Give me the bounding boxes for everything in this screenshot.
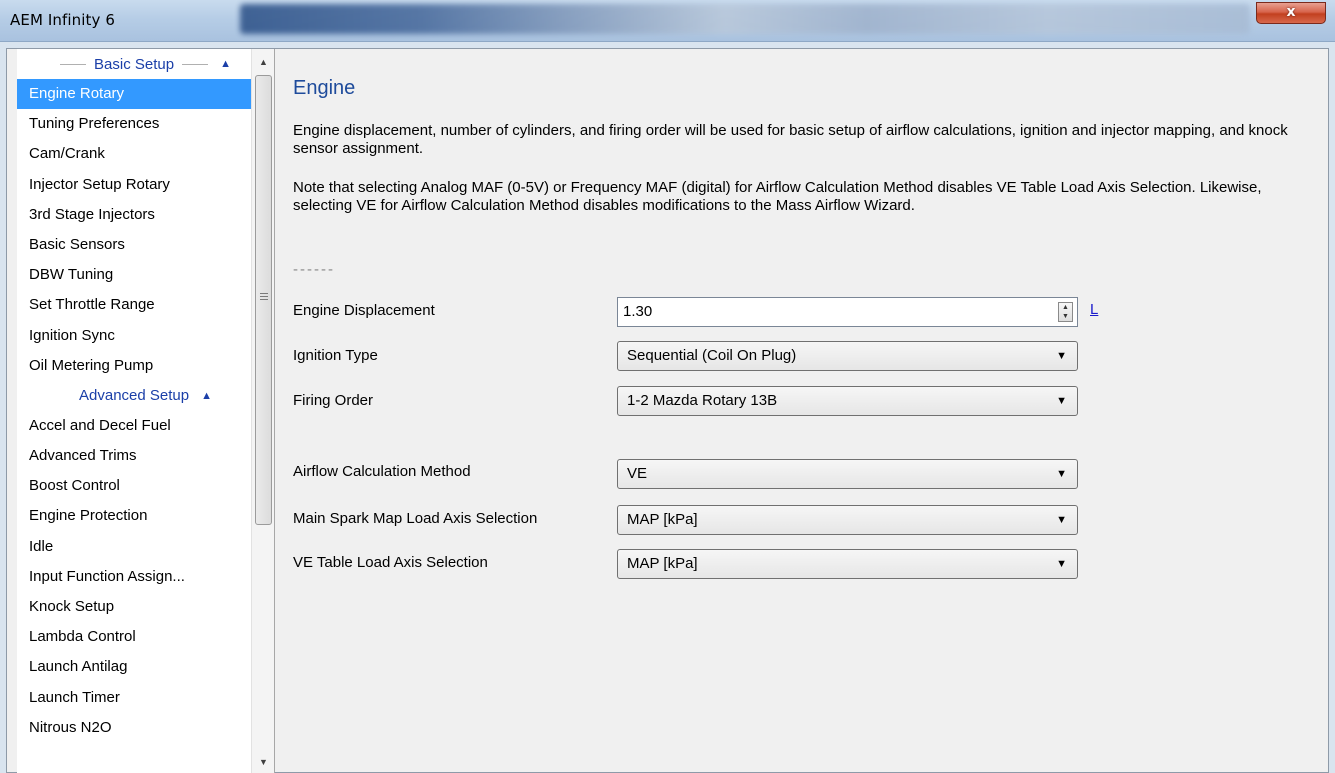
sidebar-item-advanced-trims[interactable]: Advanced Trims [17,441,251,471]
sidebar-item-engine-rotary[interactable]: Engine Rotary [17,79,251,110]
sidebar-item-accel-decel-fuel[interactable]: Accel and Decel Fuel [17,411,251,441]
grip-line [260,296,268,297]
airflow-method-value: VE [627,465,648,482]
sidebar-item-launch-antilag[interactable]: Launch Antilag [17,652,251,682]
spark-load-axis-value: MAP [kPa] [627,511,698,528]
scroll-down-arrow-icon[interactable]: ▼ [252,752,274,772]
chevron-down-icon: ▼ [1056,468,1067,480]
section-header-label: Advanced Setup [79,387,190,405]
displacement-unit-link[interactable]: L [1090,301,1098,318]
spark-load-axis-select[interactable]: MAP [kPa] ▼ [617,505,1078,535]
note-text: Note that selecting Analog MAF (0-5V) or… [293,179,1262,214]
sidebar-scrollbar[interactable]: ▲ ▼ [251,49,274,773]
grip-line [260,293,268,294]
title-bar-background [240,4,1250,34]
divider [60,63,87,65]
spark-load-axis-label: Main Spark Map Load Axis Selection [293,510,538,527]
sidebar-item-boost-control[interactable]: Boost Control [17,471,251,501]
sidebar-item-lambda-control[interactable]: Lambda Control [17,622,251,652]
firing-order-value: 1-2 Mazda Rotary 13B [627,392,778,409]
sidebar-item-set-throttle-range[interactable]: Set Throttle Range [17,290,251,320]
sidebar-item-idle[interactable]: Idle [17,532,251,562]
chevron-up-icon[interactable]: ▲ [220,58,231,70]
app-window: Basic Setup ▲ Engine Rotary Tuning Prefe… [6,48,1329,773]
chevron-down-icon: ▼ [1056,558,1067,570]
window-title: AEM Infinity 6 [10,11,115,29]
sidebar-item-oil-metering-pump[interactable]: Oil Metering Pump [17,351,251,381]
close-button[interactable]: x [1256,2,1326,24]
section-header-label: Basic Setup [94,55,175,73]
sidebar-item-cam-crank[interactable]: Cam/Crank [17,139,251,169]
engine-displacement-label: Engine Displacement [293,302,435,319]
section-header-advanced-setup[interactable]: Advanced Setup ▲ [17,381,274,411]
chevron-down-icon: ▼ [1056,514,1067,526]
sidebar-item-3rd-stage-injectors[interactable]: 3rd Stage Injectors [17,200,251,230]
ignition-type-select[interactable]: Sequential (Coil On Plug) ▼ [617,341,1078,371]
sidebar-item-engine-protection[interactable]: Engine Protection [17,501,251,531]
airflow-method-label: Airflow Calculation Method [293,463,471,480]
sidebar-item-ignition-sync[interactable]: Ignition Sync [17,321,251,351]
sidebar-nav: Basic Setup ▲ Engine Rotary Tuning Prefe… [17,49,275,773]
chevron-down-icon: ▼ [1056,350,1067,362]
chevron-down-icon: ▼ [1056,395,1067,407]
page-title: Engine [293,77,356,99]
ve-load-axis-value: MAP [kPa] [627,555,698,572]
main-panel: Engine Engine displacement, number of cy… [277,49,1327,773]
scrollbar-thumb[interactable] [255,75,272,525]
engine-displacement-value: 1.30 [623,303,653,320]
spinner-icon[interactable]: ▲ ▼ [1058,302,1073,322]
ignition-type-value: Sequential (Coil On Plug) [627,347,797,364]
scroll-up-arrow-icon[interactable]: ▲ [252,52,274,72]
ve-load-axis-select[interactable]: MAP [kPa] ▼ [617,549,1078,579]
sidebar-list: Basic Setup ▲ Engine Rotary Tuning Prefe… [17,49,274,743]
separator: ------ [293,261,335,278]
firing-order-label: Firing Order [293,392,374,409]
airflow-method-select[interactable]: VE ▼ [617,459,1078,489]
sidebar-item-input-function-assign[interactable]: Input Function Assign... [17,562,251,592]
section-header-basic-setup[interactable]: Basic Setup ▲ [17,49,274,79]
title-bar[interactable]: AEM Infinity 6 x [0,0,1335,42]
ignition-type-label: Ignition Type [293,347,378,364]
sidebar-item-basic-sensors[interactable]: Basic Sensors [17,230,251,260]
grip-line [260,299,268,300]
engine-displacement-input[interactable]: 1.30 ▲ ▼ [617,297,1078,327]
sidebar-item-knock-setup[interactable]: Knock Setup [17,592,251,622]
ve-load-axis-label: VE Table Load Axis Selection [293,554,488,571]
sidebar-item-launch-timer[interactable]: Launch Timer [17,683,251,713]
sidebar-item-nitrous-n2o[interactable]: Nitrous N2O [17,713,251,743]
description-text: Engine displacement, number of cylinders… [293,122,1288,157]
chevron-up-icon[interactable]: ▲ [201,390,212,402]
sidebar-item-injector-setup-rotary[interactable]: Injector Setup Rotary [17,170,251,200]
sidebar-item-tuning-preferences[interactable]: Tuning Preferences [17,109,251,139]
firing-order-select[interactable]: 1-2 Mazda Rotary 13B ▼ [617,386,1078,416]
sidebar-item-dbw-tuning[interactable]: DBW Tuning [17,260,251,290]
divider [182,63,209,65]
